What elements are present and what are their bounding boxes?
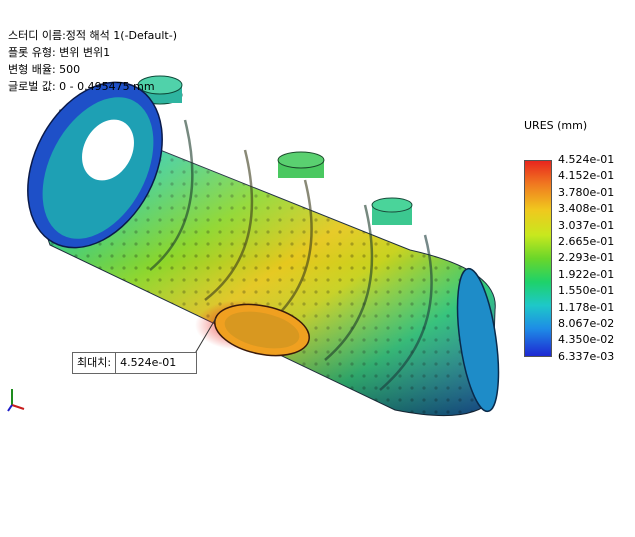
legend-colorbar — [524, 160, 552, 357]
max-annotation-value: 4.524e-01 — [120, 356, 177, 369]
study-info: 스터디 이름:정적 해석 1(-Default-) 플롯 유형: 변위 변위1 … — [8, 27, 177, 95]
legend-tick: 6.337e-03 — [558, 349, 615, 363]
legend-tick: 2.293e-01 — [558, 251, 615, 265]
legend-tick: 1.178e-01 — [558, 300, 615, 314]
nozzle-top-middle — [277, 151, 325, 178]
legend-tick: 3.780e-01 — [558, 185, 615, 199]
plot-type: 플롯 유형: 변위 변위1 — [8, 46, 111, 59]
legend-tick: 8.067e-02 — [558, 316, 615, 330]
max-annotation[interactable]: 최대치: 4.524e-01 — [72, 352, 198, 374]
legend-tick: 3.037e-01 — [558, 218, 615, 232]
deformation-scale: 변형 배율: 500 — [8, 63, 81, 76]
legend-tick: 4.524e-01 — [558, 153, 615, 166]
legend-tick: 4.152e-01 — [558, 169, 615, 183]
global-range: 글로벌 값: 0 - 0.495475 mm — [8, 80, 155, 93]
max-annotation-label: 최대치: — [73, 353, 117, 373]
axis-triad-icon — [7, 389, 25, 412]
legend-title: URES (mm) — [524, 119, 588, 132]
legend-tick: 3.408e-01 — [558, 202, 615, 216]
legend-tick: 2.665e-01 — [558, 234, 615, 248]
legend-ticks: 4.524e-01 4.152e-01 3.780e-01 3.408e-01 … — [558, 152, 614, 365]
legend-tick: 1.550e-01 — [558, 284, 615, 298]
legend-tick: 4.350e-02 — [558, 333, 615, 347]
study-name: 스터디 이름:정적 해석 1(-Default-) — [8, 29, 177, 42]
nozzle-top-right — [371, 197, 413, 225]
legend-tick: 1.922e-01 — [558, 267, 615, 281]
